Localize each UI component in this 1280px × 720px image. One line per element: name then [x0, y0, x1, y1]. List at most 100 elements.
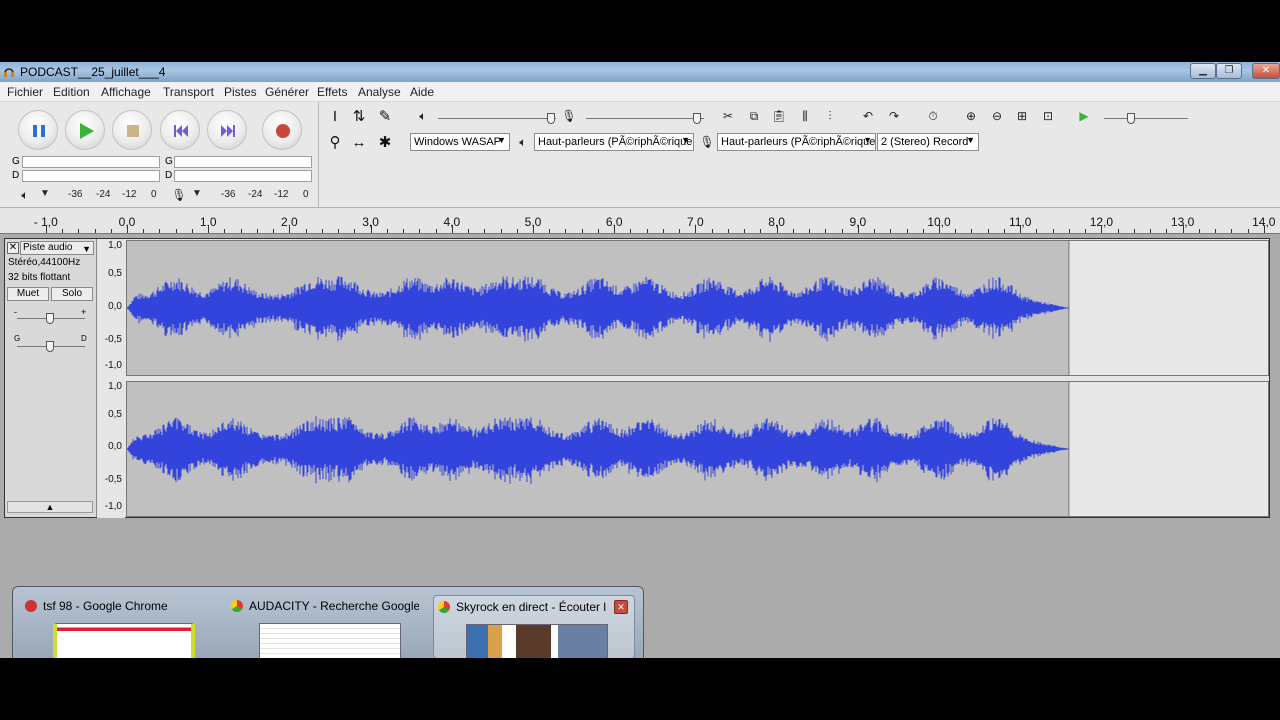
ruler-tick [78, 229, 80, 233]
output-volume-thumb[interactable] [547, 113, 555, 124]
menu-edition[interactable]: Edition [53, 85, 90, 99]
ruler-tick [468, 229, 470, 233]
close-thumbnail-icon[interactable]: ✕ [614, 600, 628, 614]
waveform-svg [127, 241, 1070, 375]
maximize-button[interactable]: ❐ [1216, 63, 1242, 79]
paste-icon[interactable]: 📋︎ [768, 105, 790, 127]
menu-transport[interactable]: Transport [163, 85, 214, 99]
record-meter-right[interactable] [174, 170, 312, 182]
waveform-channel-left[interactable] [126, 240, 1269, 376]
input-device-value: Haut-parleurs (PÃ©riphÃ©rique [721, 136, 876, 148]
zoom-tool-icon[interactable]: ⚲ [324, 132, 346, 154]
output-volume-track[interactable] [438, 118, 556, 119]
thumbnail-audacity-search[interactable]: AUDACITY - Recherche Google ... [227, 595, 429, 658]
scale-label: 0,5 [108, 268, 122, 279]
thumbnail-title: tsf 98 - Google Chrome [43, 599, 168, 613]
ruler-tick [597, 229, 599, 233]
title-bar: PODCAST__25_juillet___4 ▁ ❐ ✕ [0, 62, 1280, 82]
input-device-select[interactable]: Haut-parleurs (PÃ©riphÃ©rique ▼ [717, 133, 876, 151]
ruler-tick [419, 229, 421, 233]
record-button[interactable] [262, 110, 302, 150]
window-title: PODCAST__25_juillet___4 [20, 65, 166, 79]
multi-tool-icon[interactable]: ✱ [374, 132, 396, 154]
stop-button[interactable] [112, 110, 152, 150]
menu-analyse[interactable]: Analyse [358, 85, 401, 99]
thumbnail-skyrock[interactable]: Skyrock en direct - Écouter l... ✕ [433, 595, 635, 658]
ruler-tick [338, 229, 340, 233]
gain-slider-thumb[interactable] [46, 313, 54, 324]
play-speed-track[interactable] [1104, 118, 1188, 119]
play-at-speed-icon[interactable]: ▶ [1073, 105, 1095, 127]
mute-button[interactable]: Muet [7, 287, 49, 301]
close-track-icon[interactable]: ✕ [7, 242, 19, 254]
track-menu-button[interactable]: Piste audio ▼ [20, 241, 94, 255]
pause-icon [33, 125, 45, 137]
envelope-tool-icon[interactable]: ⇅ [348, 106, 370, 128]
input-channels-value: 2 (Stereo) Record [881, 136, 969, 148]
record-meter-left[interactable] [174, 156, 312, 168]
play-speed-thumb[interactable] [1127, 113, 1135, 124]
ruler-tick [939, 225, 940, 233]
menu-generer[interactable]: Générer [265, 85, 309, 99]
ruler-tick [1247, 229, 1249, 233]
menu-fichier[interactable]: Fichier [7, 85, 43, 99]
zoom-out-icon[interactable]: ⊖ [986, 105, 1008, 127]
scale-label: -1,0 [104, 501, 122, 512]
ruler-tick [273, 229, 275, 233]
timeshift-tool-icon[interactable]: ↔ [348, 132, 370, 154]
menu-affichage[interactable]: Affichage [101, 85, 151, 99]
undo-icon[interactable]: ↶ [857, 105, 879, 127]
zoom-in-icon[interactable]: ⊕ [960, 105, 982, 127]
playback-meter-speaker-icon[interactable]: 🔈︎ [14, 184, 36, 206]
pause-button[interactable] [18, 110, 58, 150]
collapse-track-button[interactable]: ▲ [7, 501, 93, 513]
skip-to-end-button[interactable] [207, 110, 247, 150]
cut-icon[interactable]: ✂ [717, 105, 739, 127]
scale-label: 0,0 [108, 441, 122, 452]
pan-slider-thumb[interactable] [46, 341, 54, 352]
sync-lock-icon[interactable]: ⏱ [922, 105, 944, 127]
input-channels-select[interactable]: 2 (Stereo) Record ▼ [877, 133, 979, 151]
play-button[interactable] [65, 110, 105, 150]
input-volume-track[interactable] [586, 118, 704, 119]
trim-icon[interactable]: ⫼ [794, 105, 816, 127]
output-device-select[interactable]: Haut-parleurs (PÃ©riphÃ©rique ▼ [534, 133, 694, 151]
ruler-tick [110, 229, 112, 233]
skip-to-start-button[interactable] [160, 110, 200, 150]
silence-icon[interactable]: ⫶ [819, 105, 841, 127]
playback-meter-left[interactable] [22, 156, 160, 168]
ruler-tick [581, 229, 583, 233]
solo-button[interactable]: Solo [51, 287, 93, 301]
meter-left-label-2: G [165, 156, 173, 167]
input-volume-thumb[interactable] [693, 113, 701, 124]
ruler-tick [679, 229, 681, 233]
playback-meter-right[interactable] [22, 170, 160, 182]
fit-project-icon[interactable]: ⊡ [1037, 105, 1059, 127]
ruler-tick [890, 229, 892, 233]
speaker-icon: 🔈︎ [419, 109, 427, 123]
meter-dropdown-arrow[interactable]: ▼ [192, 188, 202, 199]
record-meter-mic-icon[interactable]: 🎙︎ [168, 184, 190, 206]
minimize-button[interactable]: ▁ [1190, 63, 1216, 79]
toolbar-separator [318, 102, 319, 208]
menu-pistes[interactable]: Pistes [224, 85, 257, 99]
selection-tool-icon[interactable]: I [324, 106, 346, 128]
thumbnail-tsf98[interactable]: tsf 98 - Google Chrome [21, 595, 223, 658]
timeline-ruler[interactable]: - 1,0 0,0 1,0 2,0 3,0 4,0 5,0 6,0 7,0 8,0 9,0 10,0 1… [0, 208, 1280, 234]
waveform-channel-right[interactable] [126, 381, 1269, 517]
redo-icon[interactable]: ↷ [883, 105, 905, 127]
waveform-svg [127, 382, 1070, 516]
fit-selection-icon[interactable]: ⊞ [1011, 105, 1033, 127]
menu-effets[interactable]: Effets [317, 85, 347, 99]
meter-dropdown-arrow[interactable]: ▼ [40, 188, 50, 199]
audio-host-select[interactable]: Windows WASAP ▼ [410, 133, 510, 151]
thumbnail-preview [259, 623, 401, 658]
draw-tool-icon[interactable]: ✎ [374, 106, 396, 128]
ruler-tick [127, 225, 128, 233]
menu-aide[interactable]: Aide [410, 85, 434, 99]
close-window-button[interactable]: ✕ [1252, 63, 1280, 79]
ruler-tick [646, 229, 648, 233]
scale-label: 1,0 [108, 381, 122, 392]
copy-icon[interactable]: ⧉ [743, 105, 765, 127]
ruler-tick [630, 229, 632, 233]
